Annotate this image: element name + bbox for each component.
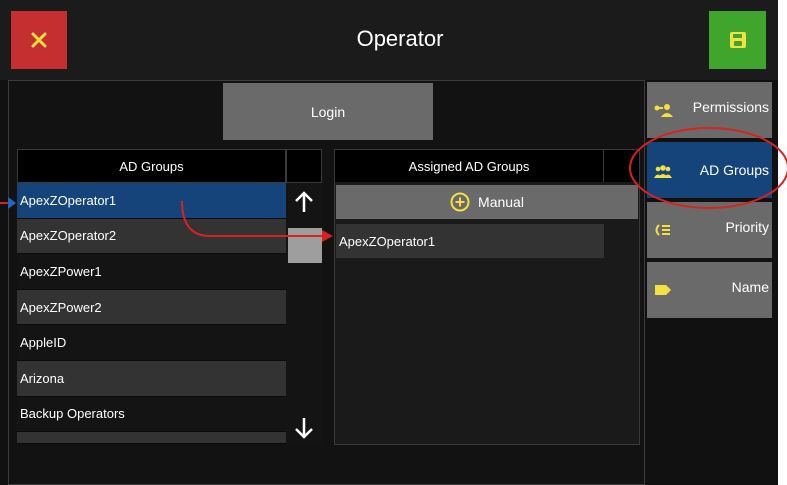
ad-groups-header-spacer	[286, 149, 322, 183]
priority-icon	[655, 224, 670, 236]
list-item[interactable]: ApexZOperator1	[17, 183, 286, 219]
nav-permissions[interactable]: Permissions	[647, 82, 772, 138]
list-item[interactable]: Backup Operators	[17, 396, 286, 433]
list-item[interactable]: ApexZPower1	[17, 254, 286, 290]
page-title: Operator	[356, 26, 444, 51]
operator-screen: Operator Login AD Groups ApexZOperator1 …	[0, 0, 778, 485]
list-item-label: AppleID	[20, 335, 67, 351]
scroll-up-button[interactable]	[289, 187, 319, 217]
list-item-label: Arizona	[20, 370, 65, 386]
nav-name[interactable]: Name	[647, 262, 772, 318]
save-icon	[729, 32, 746, 48]
nav-name-label: Name	[731, 279, 769, 295]
list-item-label: ApexZOperator1	[20, 192, 117, 208]
assigned-list-item[interactable]: ApexZOperator1	[336, 224, 604, 258]
manual-label: Manual	[478, 194, 524, 210]
arrow-down-icon	[295, 418, 313, 439]
tag-icon	[655, 285, 671, 295]
scrollbar-thumb[interactable]	[288, 228, 322, 263]
nav-priority-label: Priority	[725, 219, 769, 235]
list-item[interactable]: ApexZOperator2	[17, 218, 286, 255]
permissions-icon	[654, 104, 673, 117]
list-item-label: ApexZPower2	[20, 299, 102, 315]
nav-priority[interactable]: Priority	[647, 202, 772, 258]
assigned-groups-header: Assigned AD Groups	[335, 150, 603, 182]
list-item-label: Backup Operators	[20, 406, 125, 422]
list-item-label: ApexZOperator2	[20, 228, 117, 244]
assigned-item-label: ApexZOperator1	[339, 233, 436, 249]
nav-ad-groups[interactable]: AD Groups	[647, 142, 772, 198]
list-item[interactable]: AppleID	[17, 325, 286, 361]
ad-groups-list[interactable]: ApexZOperator1 ApexZOperator2 ApexZPower…	[17, 183, 286, 444]
list-item-label: ApexZPower1	[20, 263, 102, 279]
groups-icon	[654, 165, 672, 178]
nav-permissions-label: Permissions	[692, 99, 769, 115]
scroll-down-button[interactable]	[289, 413, 319, 443]
save-button[interactable]	[709, 11, 766, 69]
list-item[interactable]: ApexZPower2	[17, 289, 286, 326]
main-panel: Login AD Groups ApexZOperator1 ApexZOper…	[8, 80, 645, 485]
ad-groups-scrollbar[interactable]	[286, 183, 322, 444]
ad-groups-header: AD Groups	[17, 149, 286, 183]
close-button[interactable]	[11, 11, 67, 69]
nav-ad-groups-label: AD Groups	[699, 162, 769, 178]
manual-button[interactable]: Manual	[336, 185, 638, 219]
assigned-header-spacer	[603, 150, 639, 182]
list-item-partial	[17, 432, 286, 444]
list-item[interactable]: Arizona	[17, 360, 286, 397]
close-icon	[31, 32, 47, 48]
plus-circle-icon	[450, 192, 470, 212]
header-bar: Operator	[0, 0, 778, 80]
assigned-groups-panel: Assigned AD Groups Manual ApexZOperator1	[334, 149, 640, 445]
login-button[interactable]: Login	[223, 83, 433, 140]
arrow-up-icon	[295, 191, 313, 212]
